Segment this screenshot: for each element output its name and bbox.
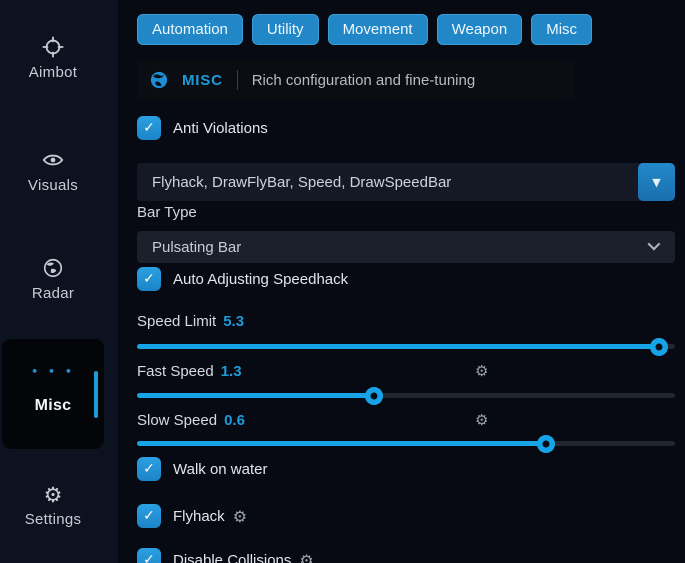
- section-subtitle: Rich configuration and fine-tuning: [252, 72, 475, 89]
- slider-thumb[interactable]: [365, 387, 383, 405]
- disable-collisions-checkbox[interactable]: ✓: [137, 548, 161, 563]
- chevron-down-icon: [648, 238, 661, 251]
- anti-violations-row: ✓ Anti Violations: [137, 116, 268, 140]
- slider-label: Speed Limit: [137, 313, 216, 330]
- checkbox-label: Flyhack: [173, 508, 225, 525]
- eye-icon: [0, 149, 106, 173]
- checkbox-label: Auto Adjusting Speedhack: [173, 271, 348, 288]
- check-icon: ✓: [143, 461, 155, 477]
- checkbox-label: Walk on water: [173, 461, 267, 478]
- triangle-down-icon: ▼: [652, 176, 660, 189]
- gear-icon: ⚙: [0, 483, 106, 507]
- section-header: MISC Rich configuration and fine-tuning: [137, 60, 575, 100]
- slider-fill: [137, 441, 546, 446]
- tab-misc[interactable]: Misc: [531, 14, 592, 45]
- anti-violations-checkbox[interactable]: ✓: [137, 116, 161, 140]
- sidebar-item-settings[interactable]: ⚙ Settings: [0, 483, 106, 528]
- slider-fill: [137, 344, 659, 349]
- multiselect-value: Flyhack, DrawFlyBar, Speed, DrawSpeedBar: [152, 174, 451, 191]
- slider-value: 0.6: [224, 412, 245, 429]
- sidebar-item-label: Radar: [0, 285, 106, 302]
- walk-on-water-checkbox[interactable]: ✓: [137, 457, 161, 481]
- speed-limit-slider[interactable]: [137, 344, 675, 349]
- auto-adjusting-speedhack-checkbox[interactable]: ✓: [137, 267, 161, 291]
- flyhack-row: ✓ Flyhack ⚙: [137, 504, 247, 528]
- slow-speed-slider[interactable]: [137, 441, 675, 446]
- misc-panel: Automation Utility Movement Weapon Misc …: [137, 0, 675, 563]
- category-tabs: Automation Utility Movement Weapon Misc: [137, 14, 592, 45]
- gear-icon[interactable]: ⚙: [233, 507, 247, 526]
- sidebar-item-label: Settings: [0, 511, 106, 528]
- sidebar-item-misc[interactable]: • • • Misc: [2, 339, 104, 449]
- checkbox-label: Disable Collisions: [173, 552, 291, 563]
- modules-multiselect[interactable]: Flyhack, DrawFlyBar, Speed, DrawSpeedBar…: [137, 163, 675, 201]
- tab-weapon[interactable]: Weapon: [437, 14, 523, 45]
- slider-label: Fast Speed: [137, 363, 214, 380]
- check-icon: ✓: [143, 552, 155, 563]
- ellipsis-icon: • • •: [2, 365, 104, 383]
- section-title: MISC: [182, 72, 223, 89]
- fast-speed-label-row: Fast Speed 1.3 ⚙: [137, 361, 675, 381]
- flyhack-checkbox[interactable]: ✓: [137, 504, 161, 528]
- gear-icon[interactable]: ⚙: [475, 361, 488, 381]
- slider-thumb[interactable]: [650, 338, 668, 356]
- slider-value: 5.3: [223, 313, 244, 330]
- bar-type-select[interactable]: Pulsating Bar: [137, 231, 675, 263]
- globe-icon: [0, 257, 106, 281]
- slider-label: Slow Speed: [137, 412, 217, 429]
- check-icon: ✓: [143, 120, 155, 136]
- speed-limit-label-row: Speed Limit 5.3: [137, 311, 675, 331]
- sidebar-item-radar[interactable]: Radar: [0, 257, 106, 302]
- gear-icon[interactable]: ⚙: [299, 551, 313, 563]
- auto-adjusting-speedhack-row: ✓ Auto Adjusting Speedhack: [137, 267, 348, 291]
- sidebar-item-label: Misc: [2, 397, 104, 415]
- walk-on-water-row: ✓ Walk on water: [137, 457, 267, 481]
- active-tab-indicator: [94, 371, 98, 418]
- sidebar: Aimbot Visuals Radar • • •: [0, 0, 118, 563]
- multiselect-dropdown-button[interactable]: ▼: [638, 163, 675, 201]
- gear-icon[interactable]: ⚙: [475, 410, 488, 430]
- tab-automation[interactable]: Automation: [137, 14, 243, 45]
- select-value: Pulsating Bar: [152, 239, 241, 256]
- tab-utility[interactable]: Utility: [252, 14, 319, 45]
- slow-speed-label-row: Slow Speed 0.6 ⚙: [137, 410, 675, 430]
- slider-value: 1.3: [221, 363, 242, 380]
- checkbox-label: Anti Violations: [173, 120, 268, 137]
- sidebar-item-visuals[interactable]: Visuals: [0, 149, 106, 194]
- sidebar-item-label: Aimbot: [0, 64, 106, 81]
- tab-movement[interactable]: Movement: [328, 14, 428, 45]
- sidebar-item-label: Visuals: [0, 177, 106, 194]
- disable-collisions-row: ✓ Disable Collisions ⚙: [137, 548, 314, 563]
- check-icon: ✓: [143, 508, 155, 524]
- slider-thumb[interactable]: [537, 435, 555, 453]
- crosshair-icon: [0, 36, 106, 60]
- bar-type-label: Bar Type: [137, 204, 197, 221]
- slider-fill: [137, 393, 374, 398]
- check-icon: ✓: [143, 271, 155, 287]
- globe-icon: [150, 71, 168, 89]
- sidebar-item-aimbot[interactable]: Aimbot: [0, 36, 106, 81]
- cheat-menu-window: Aimbot Visuals Radar • • •: [0, 0, 685, 563]
- fast-speed-slider[interactable]: [137, 393, 675, 398]
- divider: [237, 70, 238, 90]
